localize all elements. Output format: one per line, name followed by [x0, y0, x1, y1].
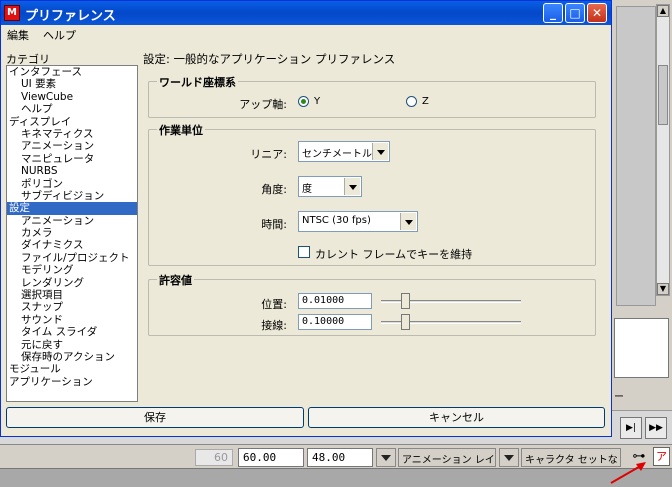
preferences-window: M プリファレンス _ □ ✕ 編集 ヘルプ カテゴリ インタフェース UI 要素… — [0, 0, 612, 437]
annotation-arrow-icon — [610, 462, 646, 484]
world-coords-group: ワールド座標系 — [148, 74, 596, 118]
anim-layer-label[interactable]: アニメーション レイヤ — [398, 448, 496, 467]
chevron-down-icon[interactable] — [372, 143, 388, 160]
category-item[interactable]: サウンド — [7, 314, 137, 326]
keep-keys-label: カレント フレームでキーを維持 — [315, 248, 473, 261]
cancel-button[interactable]: キャンセル — [308, 407, 605, 428]
category-item[interactable]: アプリケーション — [7, 376, 137, 388]
command-line-strip — [0, 468, 672, 487]
slider-thumb[interactable] — [400, 314, 410, 330]
side-label: ー — [614, 392, 624, 403]
maya-app-icon: M — [4, 5, 20, 21]
category-item[interactable]: キネマティクス — [7, 128, 137, 140]
category-item[interactable]: ViewCube — [7, 91, 137, 103]
chevron-down-icon[interactable] — [344, 178, 360, 195]
maximize-icon[interactable]: □ — [565, 3, 585, 23]
channel-box-area — [616, 6, 656, 306]
world-coords-title: ワールド座標系 — [157, 74, 238, 90]
scroll-thumb[interactable] — [658, 65, 668, 125]
category-item[interactable]: カメラ — [7, 227, 137, 239]
range-end-field[interactable]: 60.00 — [238, 448, 304, 467]
range-start-field[interactable]: 60 — [195, 449, 233, 466]
scroll-down-icon[interactable]: ▼ — [657, 283, 669, 295]
pane-title: 設定: 一般的なアプリケーション プリファレンス — [143, 52, 396, 66]
tangent-field[interactable]: 0.10000 — [298, 314, 372, 330]
category-item[interactable]: 保存時のアクション — [7, 351, 137, 363]
playback-end-field[interactable]: 48.00 — [307, 448, 373, 467]
side-scrollbar[interactable]: ▲ ▼ — [656, 4, 670, 296]
scroll-up-icon[interactable]: ▲ — [657, 5, 669, 17]
category-item[interactable]: ダイナミクス — [7, 239, 137, 251]
character-set-dropdown-icon[interactable] — [499, 448, 519, 467]
category-item[interactable]: UI 要素 — [7, 78, 137, 90]
linear-label: リニア: — [250, 148, 287, 161]
angle-select[interactable]: 度 — [298, 176, 362, 197]
position-slider[interactable] — [381, 293, 526, 309]
category-item[interactable]: ファイル/プロジェクト — [7, 252, 137, 264]
up-axis-z-label: Z — [422, 96, 429, 107]
category-item[interactable]: タイム スライダ — [7, 326, 137, 338]
time-value: NTSC (30 fps) — [302, 215, 371, 226]
category-item[interactable]: NURBS — [7, 165, 137, 177]
anim-layer-dropdown-icon[interactable] — [376, 448, 396, 467]
range-slider-bar: 60 60.00 48.00 アニメーション レイヤ キャラクタ セットなし ⊶… — [0, 444, 672, 468]
title-bar[interactable]: M プリファレンス _ □ ✕ — [1, 1, 611, 25]
category-item[interactable]: スナップ — [7, 301, 137, 313]
time-select[interactable]: NTSC (30 fps) — [298, 211, 418, 232]
up-axis-label: アップ軸: — [239, 98, 287, 111]
position-label: 位置: — [261, 298, 287, 311]
save-button[interactable]: 保存 — [6, 407, 304, 428]
category-item[interactable]: サブディビジョン — [7, 190, 137, 202]
character-set-label[interactable]: キャラクタ セットなし — [521, 448, 621, 467]
category-item[interactable]: ポリゴン — [7, 178, 137, 190]
keep-keys-checkbox[interactable] — [298, 246, 310, 258]
position-field[interactable]: 0.01000 — [298, 293, 372, 309]
step-end-icon[interactable]: ▶▶ — [645, 417, 667, 439]
menu-edit[interactable]: 編集 — [7, 27, 29, 43]
time-label: 時間: — [261, 218, 287, 231]
category-item[interactable]: 元に戻す — [7, 339, 137, 351]
category-item[interactable]: インタフェース — [7, 66, 137, 78]
category-item[interactable]: アニメーション — [7, 215, 137, 227]
window-title: プリファレンス — [25, 9, 116, 24]
up-axis-y-radio[interactable] — [298, 96, 309, 107]
category-item[interactable]: モデリング — [7, 264, 137, 276]
menu-bar: 編集 ヘルプ — [1, 25, 611, 44]
minimize-icon[interactable]: _ — [543, 3, 563, 23]
category-item[interactable]: ディスプレイ — [7, 116, 137, 128]
tangent-label: 接線: — [261, 319, 287, 332]
working-units-title: 作業単位 — [157, 122, 205, 138]
tangent-slider[interactable] — [381, 314, 526, 330]
slider-thumb[interactable] — [400, 293, 410, 309]
category-item[interactable]: 設定 — [7, 202, 137, 215]
angle-label: 角度: — [261, 183, 287, 196]
category-item[interactable]: アニメーション — [7, 140, 137, 152]
play-forward-icon[interactable]: ▶| — [620, 417, 642, 439]
maya-side-panel: ▲ ▼ ー — [609, 0, 672, 410]
up-axis-y-label: Y — [314, 96, 321, 107]
preferences-icon[interactable]: ア — [653, 447, 670, 466]
linear-select[interactable]: センチメートル — [298, 141, 390, 162]
up-axis-z-radio[interactable] — [406, 96, 417, 107]
category-item[interactable]: 選択項目 — [7, 289, 137, 301]
angle-value: 度 — [302, 184, 312, 195]
category-item[interactable]: モジュール — [7, 363, 137, 375]
category-item[interactable]: ヘルプ — [7, 103, 137, 115]
chevron-down-icon[interactable] — [400, 213, 416, 230]
category-item[interactable]: レンダリング — [7, 277, 137, 289]
close-icon[interactable]: ✕ — [587, 3, 607, 23]
layer-editor-area — [614, 318, 669, 378]
category-item[interactable]: マニピュレータ — [7, 153, 137, 165]
tolerance-group: 許容値 — [148, 272, 596, 336]
menu-help[interactable]: ヘルプ — [43, 27, 76, 43]
category-list[interactable]: インタフェース UI 要素 ViewCube ヘルプ ディスプレイ キネマティクス アニメー… — [6, 65, 138, 402]
linear-value: センチメートル — [302, 149, 372, 160]
tolerance-title: 許容値 — [157, 272, 194, 288]
